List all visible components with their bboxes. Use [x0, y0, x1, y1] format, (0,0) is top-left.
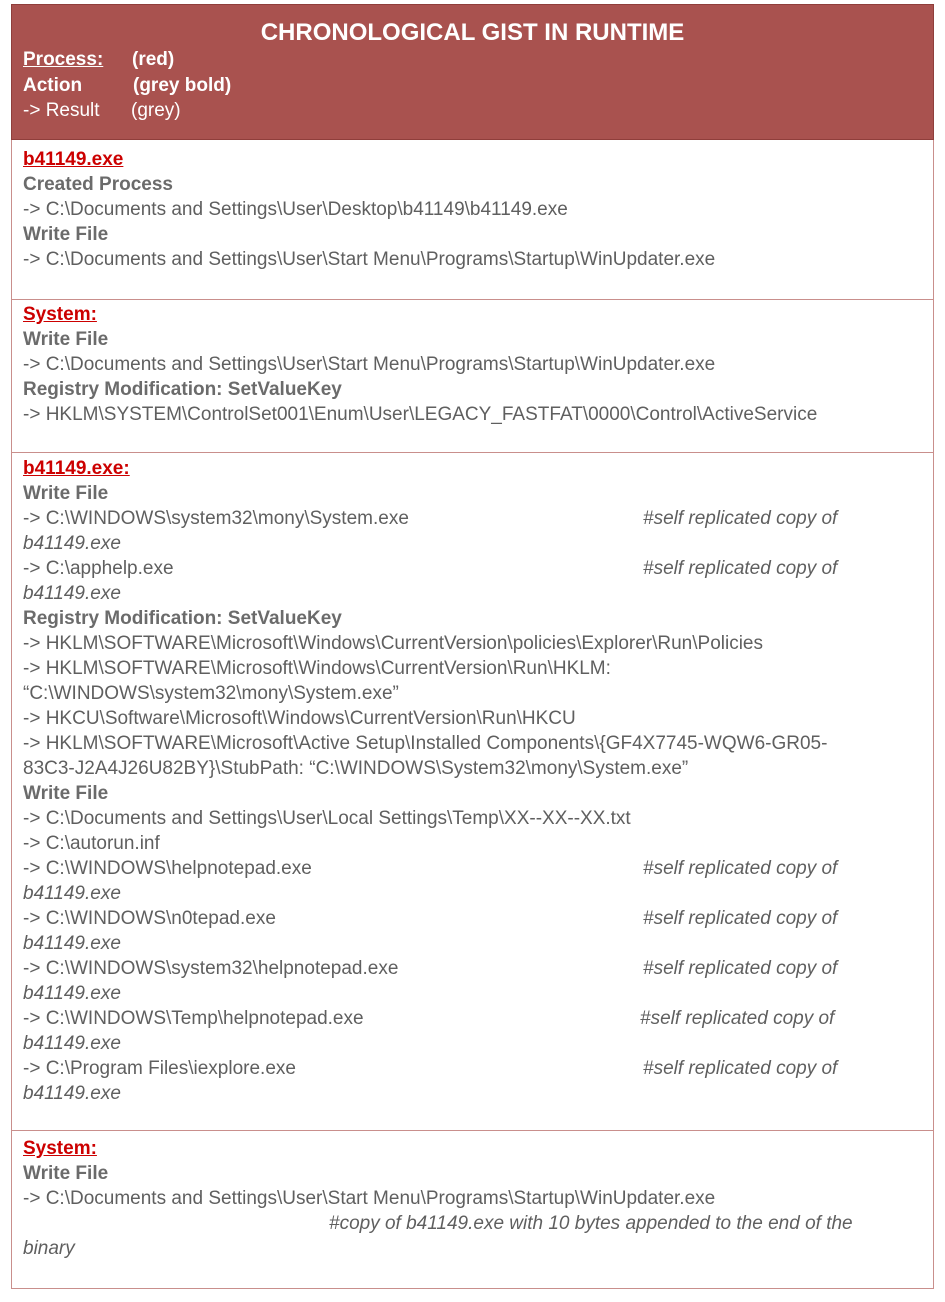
result-line: -> C:\WINDOWS\system32\helpnotepad.exe #… — [23, 958, 838, 979]
result-line: -> C:\Documents and Settings\User\Start … — [23, 1188, 716, 1209]
action-label: Registry Modification: SetValueKey — [23, 608, 342, 629]
result-line: -> HKLM\SOFTWARE\Microsoft\Windows\Curre… — [23, 633, 763, 654]
comment: #self replicated copy of — [643, 958, 838, 979]
result-line: -> C:\WINDOWS\Temp\helpnotepad.exe #self… — [23, 1008, 835, 1029]
result-line: 83C3-J2A4J26U82BY}\StubPath: “C:\WINDOWS… — [23, 758, 689, 779]
action-label: Write File — [23, 483, 109, 504]
section-2: System: Write File -> C:\Documents and S… — [11, 300, 934, 453]
result-line: -> C:\WINDOWS\n0tepad.exe #self replicat… — [23, 908, 838, 929]
result-line: “C:\WINDOWS\system32\mony\System.exe” — [23, 683, 399, 704]
section-1: b41149.exe Created Process -> C:\Documen… — [11, 140, 934, 300]
result-line: -> HKCU\Software\Microsoft\Windows\Curre… — [23, 708, 576, 729]
comment: #copy of b41149.exe with 10 bytes append… — [329, 1213, 853, 1234]
document: CHRONOLOGICAL GIST IN RUNTIME Process: (… — [11, 4, 934, 1289]
process-label: b41149.exe — [23, 149, 124, 170]
result-line: -> C:\WINDOWS\helpnotepad.exe #self repl… — [23, 858, 838, 879]
action-label: Registry Modification: SetValueKey — [23, 379, 342, 400]
action-label: Write File — [23, 1163, 109, 1184]
process-label: System: — [23, 1138, 97, 1159]
result-line: -> C:\autorun.inf — [23, 833, 160, 854]
comment: #self replicated copy of — [643, 858, 838, 879]
comment-continuation: b41149.exe — [23, 533, 121, 554]
legend-process: Process: (red) — [23, 49, 175, 70]
process-label: b41149.exe: — [23, 458, 130, 479]
section-4: System: Write File -> C:\Documents and S… — [11, 1131, 934, 1289]
result-line: -> C:\Documents and Settings\User\Start … — [23, 354, 716, 375]
result-line: -> HKLM\SOFTWARE\Microsoft\Active Setup\… — [23, 733, 828, 754]
action-label: Write File — [23, 783, 109, 804]
page-title: CHRONOLOGICAL GIST IN RUNTIME — [260, 19, 685, 46]
comment-continuation: b41149.exe — [23, 933, 121, 954]
result-line: -> C:\WINDOWS\system32\mony\System.exe #… — [23, 508, 838, 529]
result-line: -> C:\apphelp.exe #self replicated copy … — [23, 558, 838, 579]
legend-action: Action (grey bold) — [23, 75, 232, 96]
comment: #self replicated copy of — [643, 558, 838, 579]
comment-continuation: b41149.exe — [23, 583, 121, 604]
table-header: CHRONOLOGICAL GIST IN RUNTIME Process: (… — [11, 4, 934, 140]
comment-continuation: b41149.exe — [23, 1033, 121, 1054]
result-line: -> C:\Documents and Settings\User\Deskto… — [23, 199, 568, 220]
section-3: b41149.exe: Write File -> C:\WINDOWS\sys… — [11, 453, 934, 1131]
comment: #self replicated copy of — [643, 908, 838, 929]
comment: #self replicated copy of — [643, 1058, 838, 1079]
comment-continuation: b41149.exe — [23, 1083, 121, 1104]
comment-continuation: b41149.exe — [23, 883, 121, 904]
action-label: Created Process — [23, 174, 173, 195]
action-label: Write File — [23, 329, 109, 350]
result-line: -> C:\Program Files\iexplore.exe #self r… — [23, 1058, 838, 1079]
action-label: Write File — [23, 224, 109, 245]
comment: #self replicated copy of — [640, 1008, 835, 1029]
result-line: -> C:\Documents and Settings\User\Start … — [23, 249, 716, 270]
result-line: -> C:\Documents and Settings\User\Local … — [23, 808, 631, 829]
comment-continuation: binary — [23, 1238, 75, 1259]
result-line: -> HKLM\SYSTEM\ControlSet001\Enum\User\L… — [23, 404, 818, 425]
legend-result: -> Result (grey) — [23, 100, 181, 121]
comment: #self replicated copy of — [643, 508, 838, 529]
process-label: System: — [23, 304, 97, 325]
comment-continuation: b41149.exe — [23, 983, 121, 1004]
result-line: -> HKLM\SOFTWARE\Microsoft\Windows\Curre… — [23, 658, 611, 679]
